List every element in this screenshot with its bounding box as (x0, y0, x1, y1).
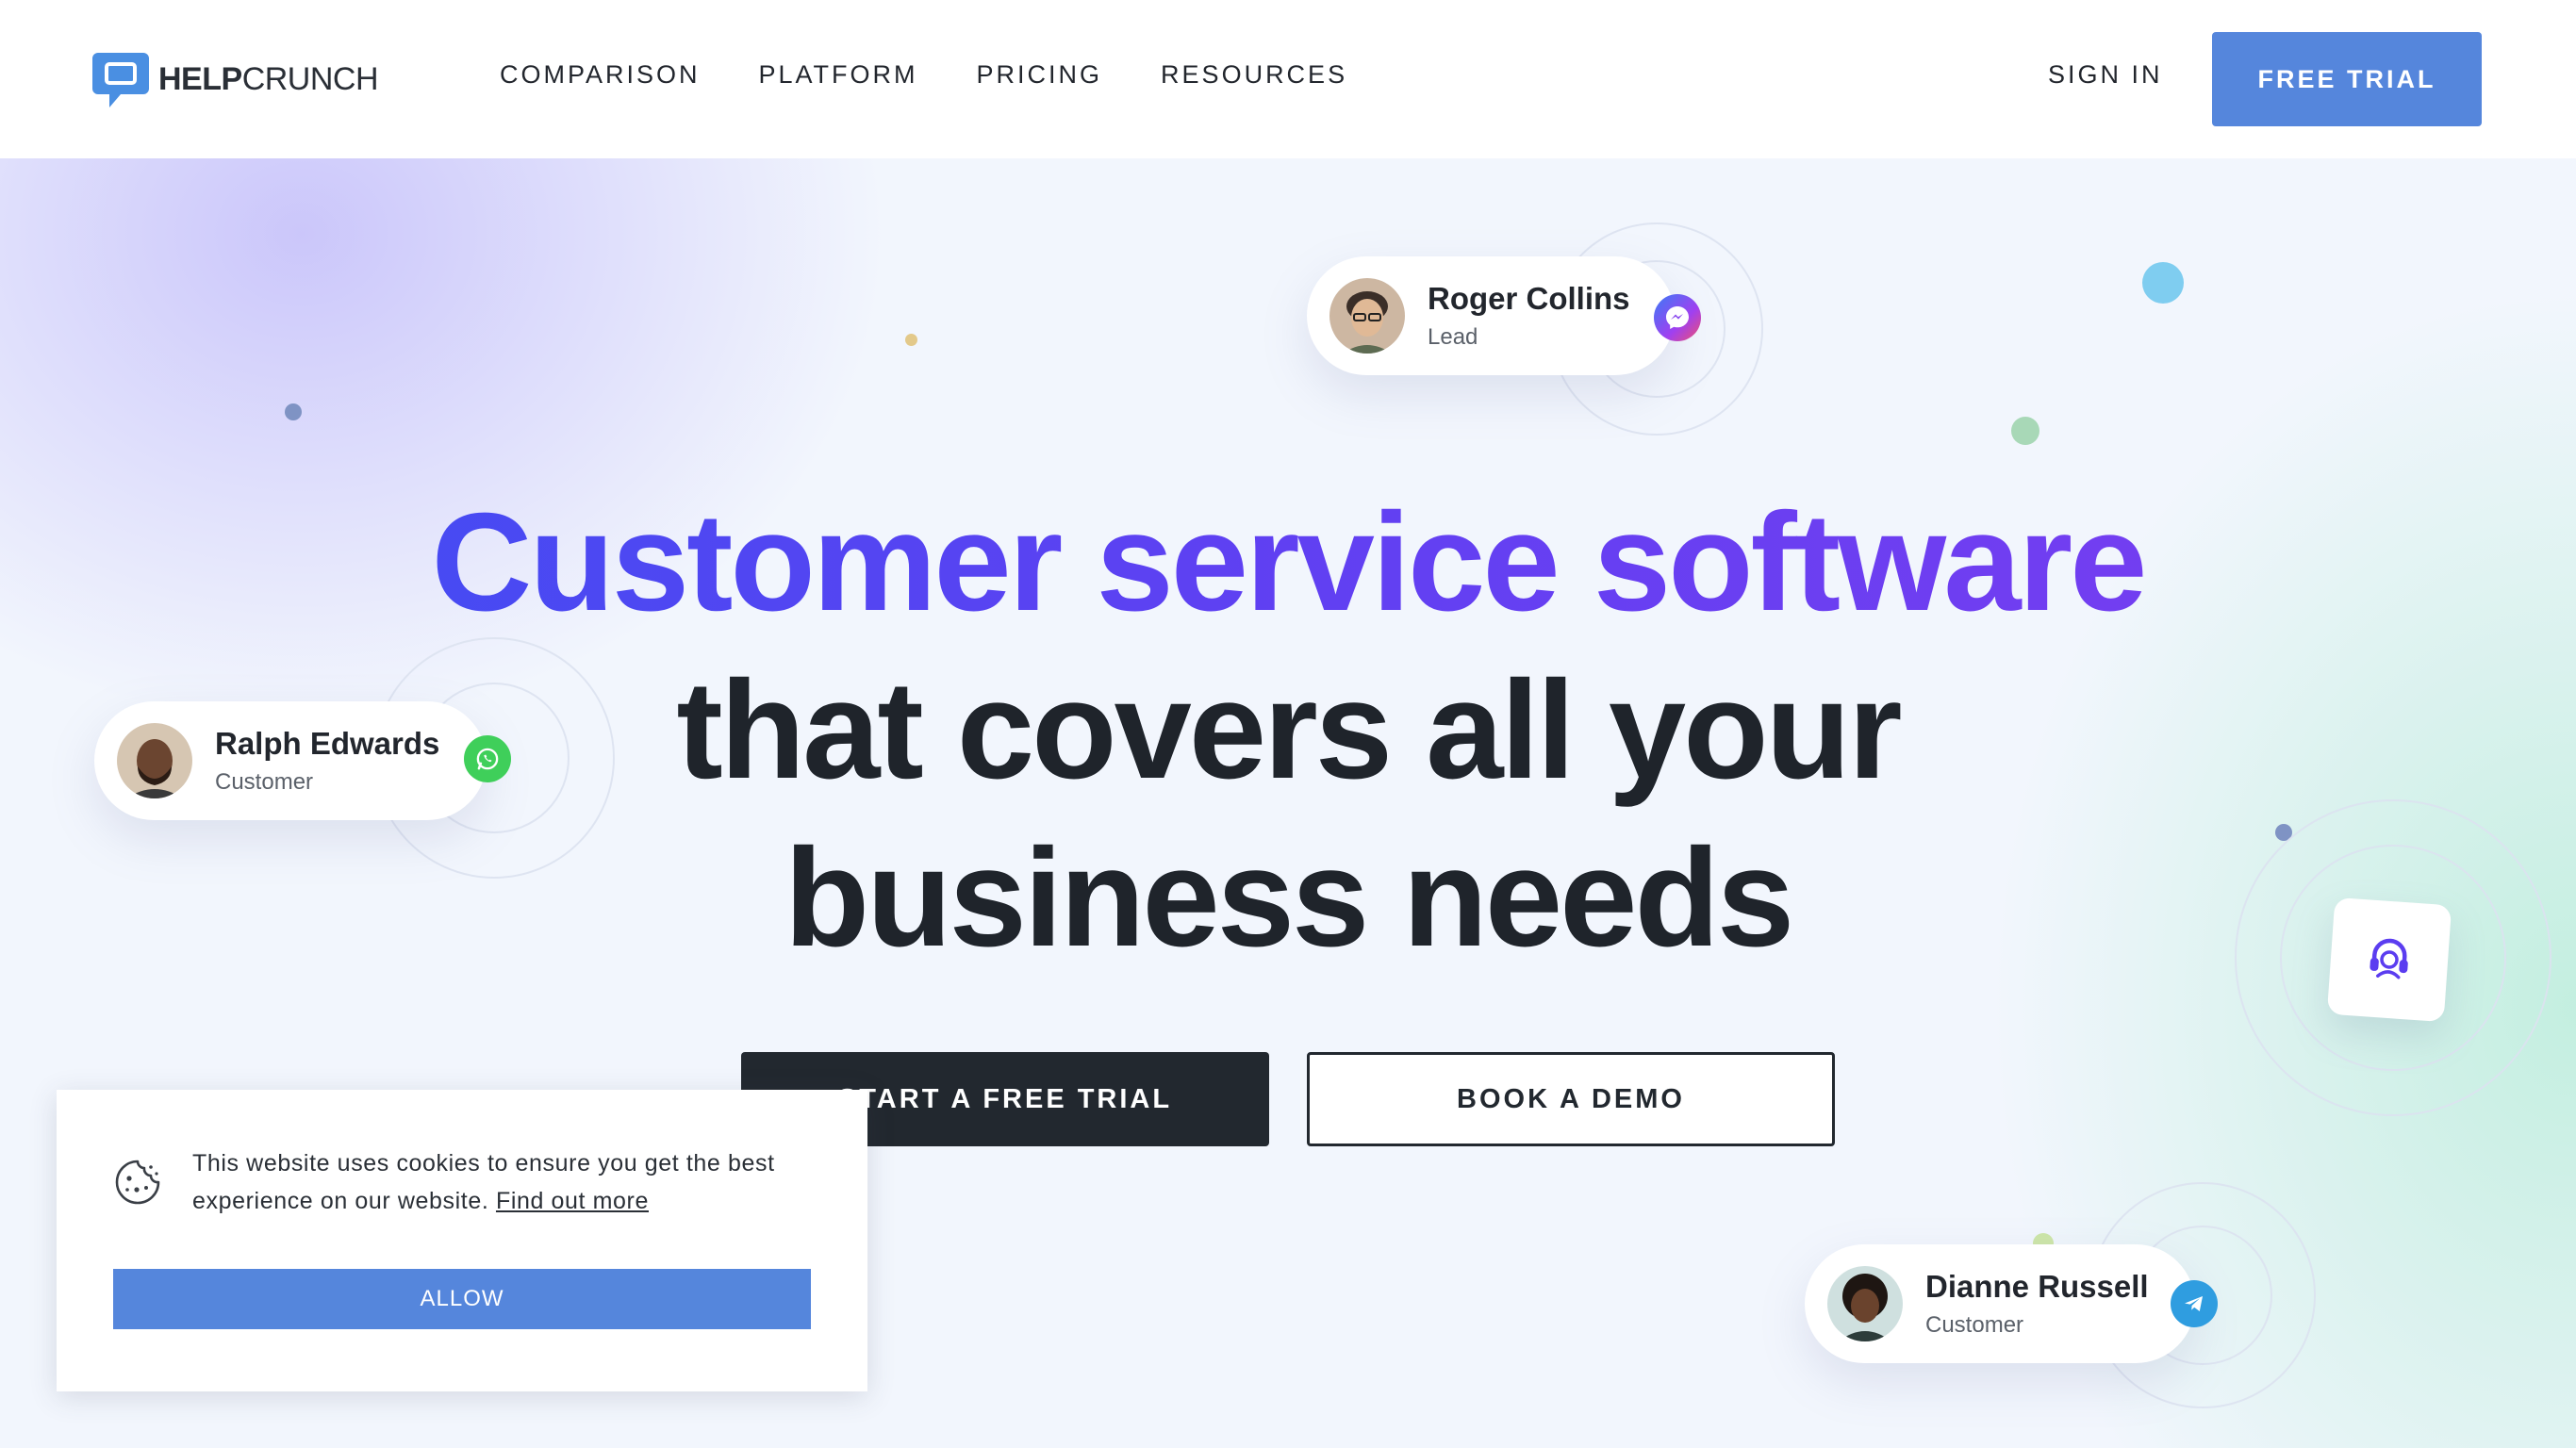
hero-headline-line2: that covers all your (676, 652, 1902, 808)
decorative-dot (2142, 262, 2184, 304)
free-trial-button[interactable]: FREE TRIAL (2212, 32, 2482, 126)
hero-headline-highlight: Customer service software (0, 479, 2576, 647)
sign-in-link[interactable]: SIGN IN (2048, 60, 2163, 90)
nav-comparison[interactable]: COMPARISON (500, 60, 701, 90)
support-widget-tile (2326, 897, 2452, 1023)
nav-pricing[interactable]: PRICING (977, 60, 1103, 90)
nav-resources[interactable]: RESOURCES (1161, 60, 1347, 90)
nav-platform[interactable]: PLATFORM (759, 60, 918, 90)
hero-headline-line3: business needs (784, 820, 1794, 976)
find-out-more-link[interactable]: Find out more (496, 1188, 649, 1214)
chat-bubble-logo-icon (92, 53, 149, 107)
card-name: Dianne Russell (1925, 1269, 2149, 1304)
book-demo-button[interactable]: BOOK A DEMO (1307, 1052, 1835, 1146)
cookie-icon (115, 1160, 160, 1205)
headset-agent-icon (2370, 938, 2408, 979)
cookie-message: This website uses cookies to ensure you … (192, 1150, 775, 1214)
decorative-dot (905, 334, 917, 346)
card-role: Customer (1925, 1312, 2024, 1338)
cookie-banner: This website uses cookies to ensure you … (57, 1090, 867, 1391)
avatar (1827, 1266, 1903, 1341)
telegram-icon (2171, 1280, 2218, 1327)
site-header: HELPCRUNCH COMPARISON PLATFORM PRICING R… (0, 0, 2576, 158)
messenger-icon (1654, 294, 1701, 341)
decorative-dot (285, 403, 302, 420)
card-name: Roger Collins (1428, 281, 1630, 316)
chat-card-roger: Roger Collins Lead (1307, 256, 1675, 375)
avatar (1329, 278, 1405, 354)
card-role: Lead (1428, 324, 1478, 350)
decorative-dot (2011, 417, 2039, 445)
helpcrunch-logo[interactable]: HELPCRUNCH (92, 49, 379, 109)
logo-wordmark: HELPCRUNCH (158, 60, 379, 97)
chat-card-dianne: Dianne Russell Customer (1805, 1244, 2195, 1363)
main-nav: COMPARISON PLATFORM PRICING RESOURCES (500, 60, 1347, 90)
allow-cookies-button[interactable]: ALLOW (113, 1269, 811, 1329)
